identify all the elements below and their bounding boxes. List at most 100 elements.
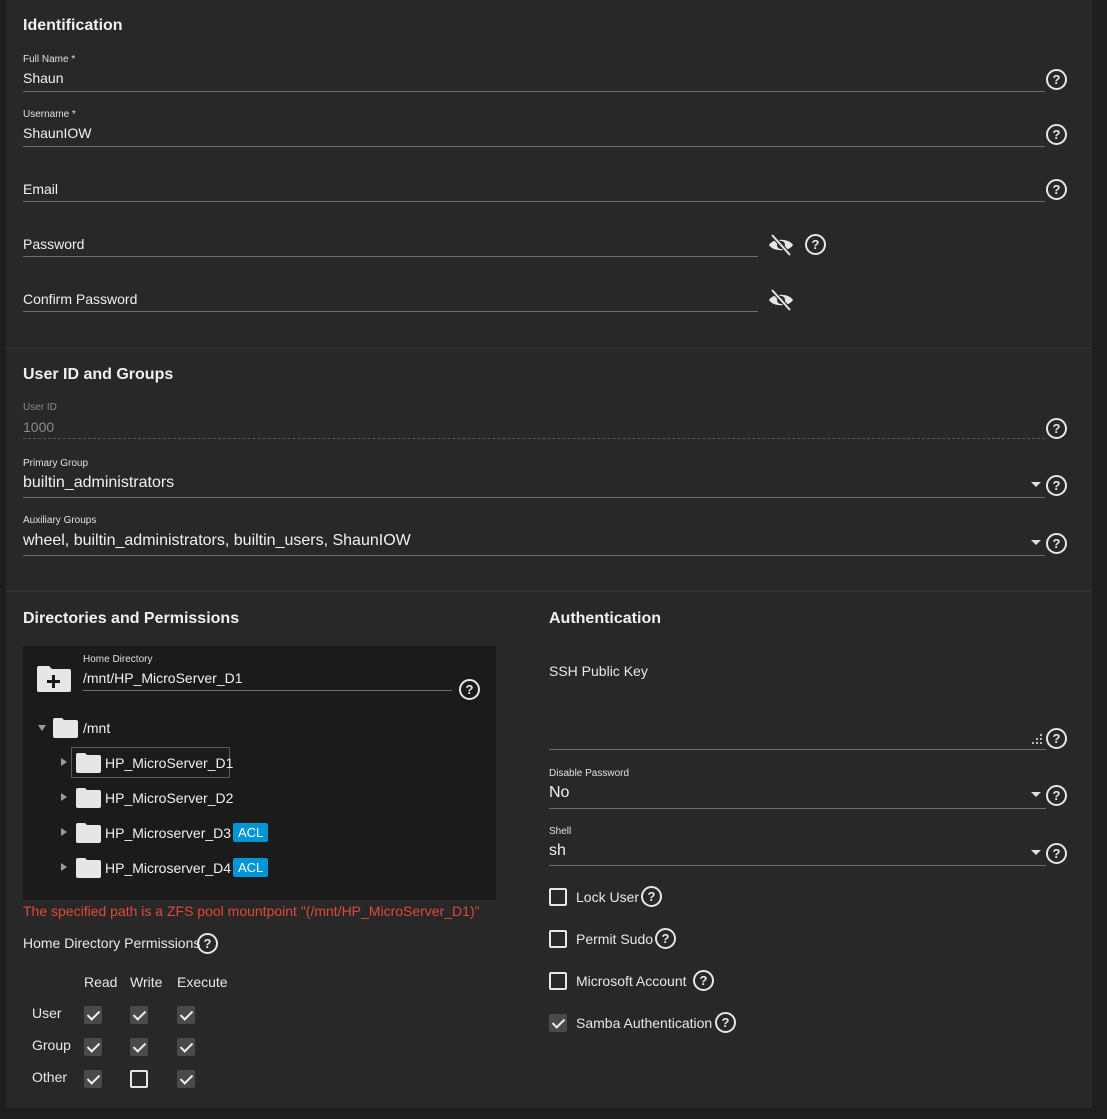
permit-sudo-checkbox[interactable]: [549, 930, 567, 948]
ssh-key-textarea[interactable]: SSH Public Key: [549, 663, 648, 679]
caret-down-icon[interactable]: [1031, 540, 1041, 545]
folder-icon: [53, 718, 78, 738]
eye-off-icon[interactable]: [768, 288, 794, 312]
section-divider: [6, 348, 1092, 349]
primary-group-select[interactable]: builtin_administrators: [23, 474, 174, 492]
perm-group-execute-checkbox[interactable]: [177, 1038, 195, 1056]
tree-node-child[interactable]: HP_MicroServer_D1: [105, 755, 233, 771]
caret-down-icon[interactable]: [1031, 482, 1041, 487]
folder-icon: [76, 753, 101, 773]
username-label: Username *: [23, 109, 76, 120]
expand-arrow-icon[interactable]: [38, 725, 46, 731]
lock-user-label: Lock User: [576, 889, 640, 905]
help-icon[interactable]: ?: [1046, 843, 1067, 864]
perm-user-write-checkbox[interactable]: [130, 1006, 148, 1024]
primary-group-label: Primary Group: [23, 458, 89, 469]
help-icon[interactable]: ?: [715, 1012, 736, 1033]
tree-node-child[interactable]: HP_MicroServer_D2: [105, 790, 233, 806]
disable-password-select[interactable]: No: [549, 784, 569, 802]
help-icon[interactable]: ?: [1046, 728, 1067, 749]
collapse-arrow-icon[interactable]: [61, 793, 67, 801]
home-directory-label: Home Directory: [83, 654, 153, 665]
username-input[interactable]: ShaunIOW: [23, 125, 91, 141]
shell-underline: [549, 865, 1046, 866]
section-divider: [6, 591, 1092, 592]
perm-row-group: Group: [32, 1037, 71, 1053]
perm-group-write-checkbox[interactable]: [130, 1038, 148, 1056]
folder-icon: [76, 823, 101, 843]
password-underline: [23, 256, 758, 257]
full-name-input[interactable]: Shaun: [23, 70, 63, 86]
perm-col-execute: Execute: [177, 974, 228, 990]
user-id-underline: [23, 438, 1045, 439]
full-name-label: Full Name *: [23, 54, 76, 65]
folder-plus-icon[interactable]: [36, 665, 72, 693]
section-title-identification: Identification: [23, 17, 123, 34]
collapse-arrow-icon[interactable]: [61, 863, 67, 871]
tree-node-child[interactable]: HP_Microserver_D3: [105, 825, 231, 841]
shell-label: Shell: [549, 826, 572, 837]
collapse-arrow-icon[interactable]: [61, 828, 67, 836]
section-title-directories: Directories and Permissions: [23, 610, 240, 627]
microsoft-account-label: Microsoft Account: [576, 973, 687, 989]
help-icon[interactable]: ?: [459, 679, 480, 700]
tree-node-child[interactable]: HP_Microserver_D4: [105, 860, 231, 876]
caret-down-icon[interactable]: [1031, 850, 1041, 855]
resize-handle-icon[interactable]: [1032, 734, 1043, 745]
help-icon[interactable]: ?: [1046, 785, 1067, 806]
caret-down-icon[interactable]: [1031, 792, 1041, 797]
perm-row-other: Other: [32, 1069, 68, 1085]
ssh-key-underline: [549, 749, 1046, 750]
aux-groups-select[interactable]: wheel, builtin_administrators, builtin_u…: [23, 532, 411, 550]
section-title-user-id-groups: User ID and Groups: [23, 366, 174, 383]
help-icon[interactable]: ?: [1046, 124, 1067, 145]
username-underline: [23, 146, 1045, 147]
perm-col-write: Write: [130, 974, 163, 990]
lock-user-checkbox[interactable]: [549, 888, 567, 906]
perm-other-read-checkbox[interactable]: [84, 1070, 102, 1088]
help-icon[interactable]: ?: [1046, 69, 1067, 90]
help-icon[interactable]: ?: [641, 886, 662, 907]
confirm-password-input[interactable]: Confirm Password: [23, 291, 137, 307]
help-icon[interactable]: ?: [1046, 418, 1067, 439]
help-icon[interactable]: ?: [1046, 179, 1067, 200]
perm-user-execute-checkbox[interactable]: [177, 1006, 195, 1024]
acl-badge: ACL: [233, 823, 269, 842]
acl-badge: ACL: [233, 858, 269, 877]
help-icon[interactable]: ?: [693, 970, 714, 991]
collapse-arrow-icon[interactable]: [61, 758, 67, 766]
samba-authentication-checkbox[interactable]: [549, 1014, 567, 1032]
shell-select[interactable]: sh: [549, 842, 566, 860]
section-title-authentication: Authentication: [549, 610, 661, 627]
help-icon[interactable]: ?: [1046, 475, 1067, 496]
perm-other-execute-checkbox[interactable]: [177, 1070, 195, 1088]
help-icon[interactable]: ?: [805, 234, 826, 255]
help-icon[interactable]: ?: [197, 933, 218, 954]
password-input[interactable]: Password: [23, 236, 84, 252]
perm-col-read: Read: [84, 974, 118, 990]
user-id-input: 1000: [23, 419, 55, 435]
folder-icon: [76, 788, 101, 808]
home-directory-error: The specified path is a ZFS pool mountpo…: [23, 903, 480, 919]
home-directory-underline: [83, 690, 452, 691]
disable-password-label: Disable Password: [549, 768, 630, 779]
full-name-underline: [23, 91, 1045, 92]
email-underline: [23, 201, 1045, 202]
email-input[interactable]: Email: [23, 181, 58, 197]
aux-groups-label: Auxiliary Groups: [23, 515, 97, 526]
disable-password-underline: [549, 808, 1046, 809]
help-icon[interactable]: ?: [1046, 533, 1067, 554]
microsoft-account-checkbox[interactable]: [549, 972, 567, 990]
perm-group-read-checkbox[interactable]: [84, 1038, 102, 1056]
eye-off-icon[interactable]: [768, 233, 794, 257]
home-directory-input[interactable]: /mnt/HP_MicroServer_D1: [83, 670, 243, 686]
permit-sudo-label: Permit Sudo: [576, 931, 654, 947]
help-icon[interactable]: ?: [655, 928, 676, 949]
user-id-label: User ID: [23, 402, 57, 413]
perm-user-read-checkbox[interactable]: [84, 1006, 102, 1024]
samba-authentication-label: Samba Authentication: [576, 1015, 713, 1031]
confirm-password-underline: [23, 311, 758, 312]
tree-node-root[interactable]: /mnt: [83, 720, 110, 736]
perm-row-user: User: [32, 1005, 62, 1021]
perm-other-write-checkbox[interactable]: [130, 1070, 148, 1088]
